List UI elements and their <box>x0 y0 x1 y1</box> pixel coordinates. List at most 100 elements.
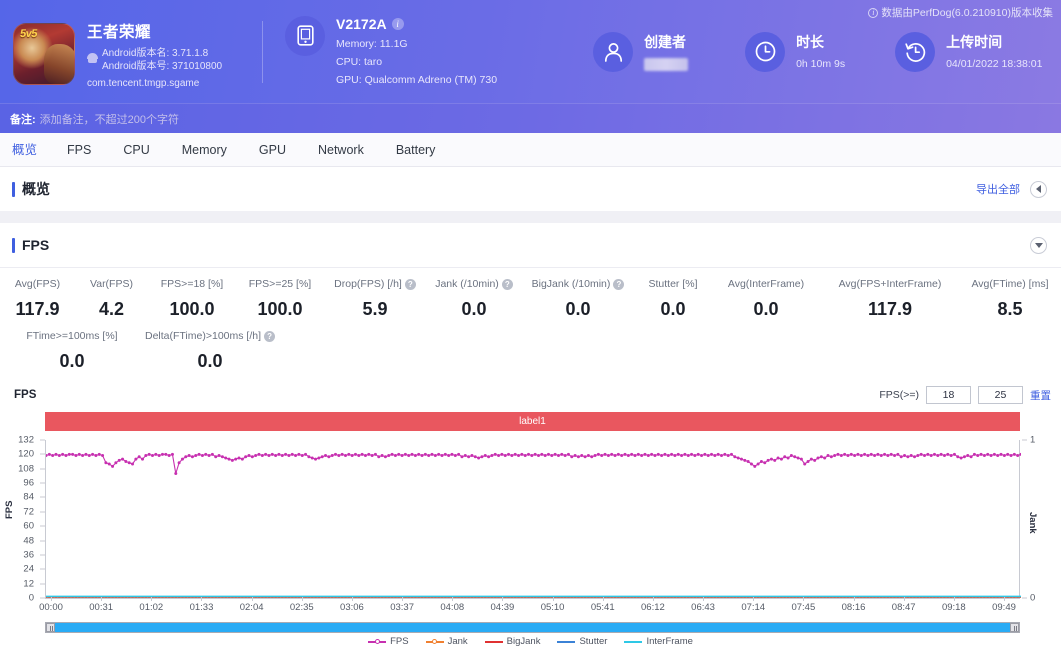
fps-point <box>683 453 686 456</box>
tab-network[interactable]: Network <box>302 133 380 167</box>
remark-bar[interactable]: 备注: 添加备注，不超过200个字符 <box>0 103 1061 133</box>
y-tick-label: 12 <box>23 578 34 589</box>
remark-placeholder[interactable]: 添加备注，不超过200个字符 <box>40 111 179 127</box>
fps-point <box>374 453 377 456</box>
metric-value: 0.0 <box>660 299 685 320</box>
scrollbar-right-handle[interactable] <box>1010 623 1019 632</box>
legend-item-interframe[interactable]: InterFrame <box>624 636 692 647</box>
y-tick-label: 84 <box>23 492 34 503</box>
fps-point <box>986 453 989 456</box>
fps-point <box>923 454 926 457</box>
fps-point <box>574 454 577 457</box>
metric-bigjank: BigJank (/10min) ? 0.0 <box>522 274 634 326</box>
metric-label: FPS>=18 [%] <box>161 278 223 290</box>
fps-point <box>331 454 334 457</box>
fps-point <box>497 454 500 457</box>
fps-point <box>617 453 620 456</box>
legend-item-jank[interactable]: Jank <box>426 636 468 647</box>
metric-value: 0.0 <box>565 299 590 320</box>
scrollbar-left-handle[interactable] <box>46 623 55 632</box>
x-tick-label: 03:06 <box>340 602 364 613</box>
fps-point <box>291 453 294 456</box>
tab-battery[interactable]: Battery <box>380 133 452 167</box>
app-info-block: 王者荣耀 Android版本名: 3.71.1.8 Android版本号: 37… <box>0 14 262 89</box>
fps-point <box>700 454 703 457</box>
fps-point <box>234 458 237 461</box>
fps-series-svg <box>46 440 1021 598</box>
metric-label: Stutter [%] <box>648 278 697 290</box>
help-icon[interactable]: ? <box>502 279 513 290</box>
y-tick-label: 60 <box>23 521 34 532</box>
collapse-fps-button[interactable] <box>1030 237 1047 254</box>
device-gpu: GPU: Qualcomm Adreno (TM) 730 <box>336 73 497 88</box>
fps-point <box>657 453 660 456</box>
tab-overview[interactable]: 概览 <box>10 133 51 167</box>
fps-point <box>807 460 810 463</box>
fps-point <box>387 454 390 457</box>
fps-point <box>71 453 74 456</box>
plot-area[interactable] <box>45 440 1020 598</box>
fps-point <box>570 455 573 458</box>
y2-tick-mark <box>1022 598 1027 599</box>
fps-point <box>584 455 587 458</box>
legend-item-stutter[interactable]: Stutter <box>557 636 607 647</box>
android-icon <box>87 51 98 62</box>
tab-fps[interactable]: FPS <box>51 133 107 167</box>
fps-point <box>367 453 370 456</box>
collapse-overview-button[interactable] <box>1030 181 1047 198</box>
fps-point <box>467 455 470 458</box>
fps-point <box>940 453 943 456</box>
fps-point <box>364 454 367 457</box>
fps-point <box>131 462 134 465</box>
duration-block: 时长 0h 10m 9s <box>745 32 845 72</box>
fps-point <box>381 454 384 457</box>
x-tick-mark <box>954 597 955 601</box>
fps-point <box>510 454 513 457</box>
x-tick-label: 04:39 <box>491 602 515 613</box>
fps-point <box>996 454 999 457</box>
fps-point <box>51 454 54 457</box>
fps-point <box>567 453 570 456</box>
fps-point <box>600 454 603 457</box>
overview-section-header: 概览 导出全部 <box>0 167 1061 211</box>
fps-point <box>301 454 304 457</box>
fps-point <box>48 453 51 456</box>
reset-button[interactable]: 重置 <box>1030 388 1051 403</box>
fps-point <box>208 454 211 457</box>
metric-drop-fps: Drop(FPS) [/h] ? 5.9 <box>324 274 426 326</box>
fps-point <box>936 454 939 457</box>
fps-point <box>407 454 410 457</box>
export-all-link[interactable]: 导出全部 <box>976 181 1020 197</box>
section-gap <box>0 211 1061 223</box>
fps-point <box>311 456 314 459</box>
x-tick-label: 05:41 <box>591 602 615 613</box>
help-icon[interactable]: ? <box>264 331 275 342</box>
metric-value: 0.0 <box>59 351 84 372</box>
fps-point <box>564 454 567 457</box>
fps-point <box>743 459 746 462</box>
fps-point <box>580 454 583 457</box>
device-info-icon[interactable]: i <box>392 18 404 30</box>
fps-point <box>820 455 823 458</box>
fps-point <box>860 454 863 457</box>
fps-threshold-input-1[interactable] <box>926 386 971 404</box>
fps-point <box>440 454 443 457</box>
fps-point <box>431 453 434 456</box>
fps-point <box>896 453 899 456</box>
help-icon[interactable]: ? <box>613 279 624 290</box>
legend-item-bigjank[interactable]: BigJank <box>485 636 541 647</box>
chart-horizontal-scrollbar[interactable] <box>45 622 1020 633</box>
fps-point <box>713 454 716 457</box>
fps-point <box>803 462 806 465</box>
fps-chart: FPS FPS(>=) 重置 label1 012243648607284961… <box>0 382 1061 644</box>
fps-point <box>178 461 181 464</box>
tab-gpu[interactable]: GPU <box>243 133 302 167</box>
fps-threshold-input-2[interactable] <box>978 386 1023 404</box>
tab-memory[interactable]: Memory <box>166 133 243 167</box>
help-icon[interactable]: ? <box>405 279 416 290</box>
fps-point <box>793 455 796 458</box>
tab-cpu[interactable]: CPU <box>107 133 165 167</box>
legend-item-fps[interactable]: FPS <box>368 636 408 647</box>
fps-point <box>68 453 71 456</box>
fps-point <box>61 453 64 456</box>
